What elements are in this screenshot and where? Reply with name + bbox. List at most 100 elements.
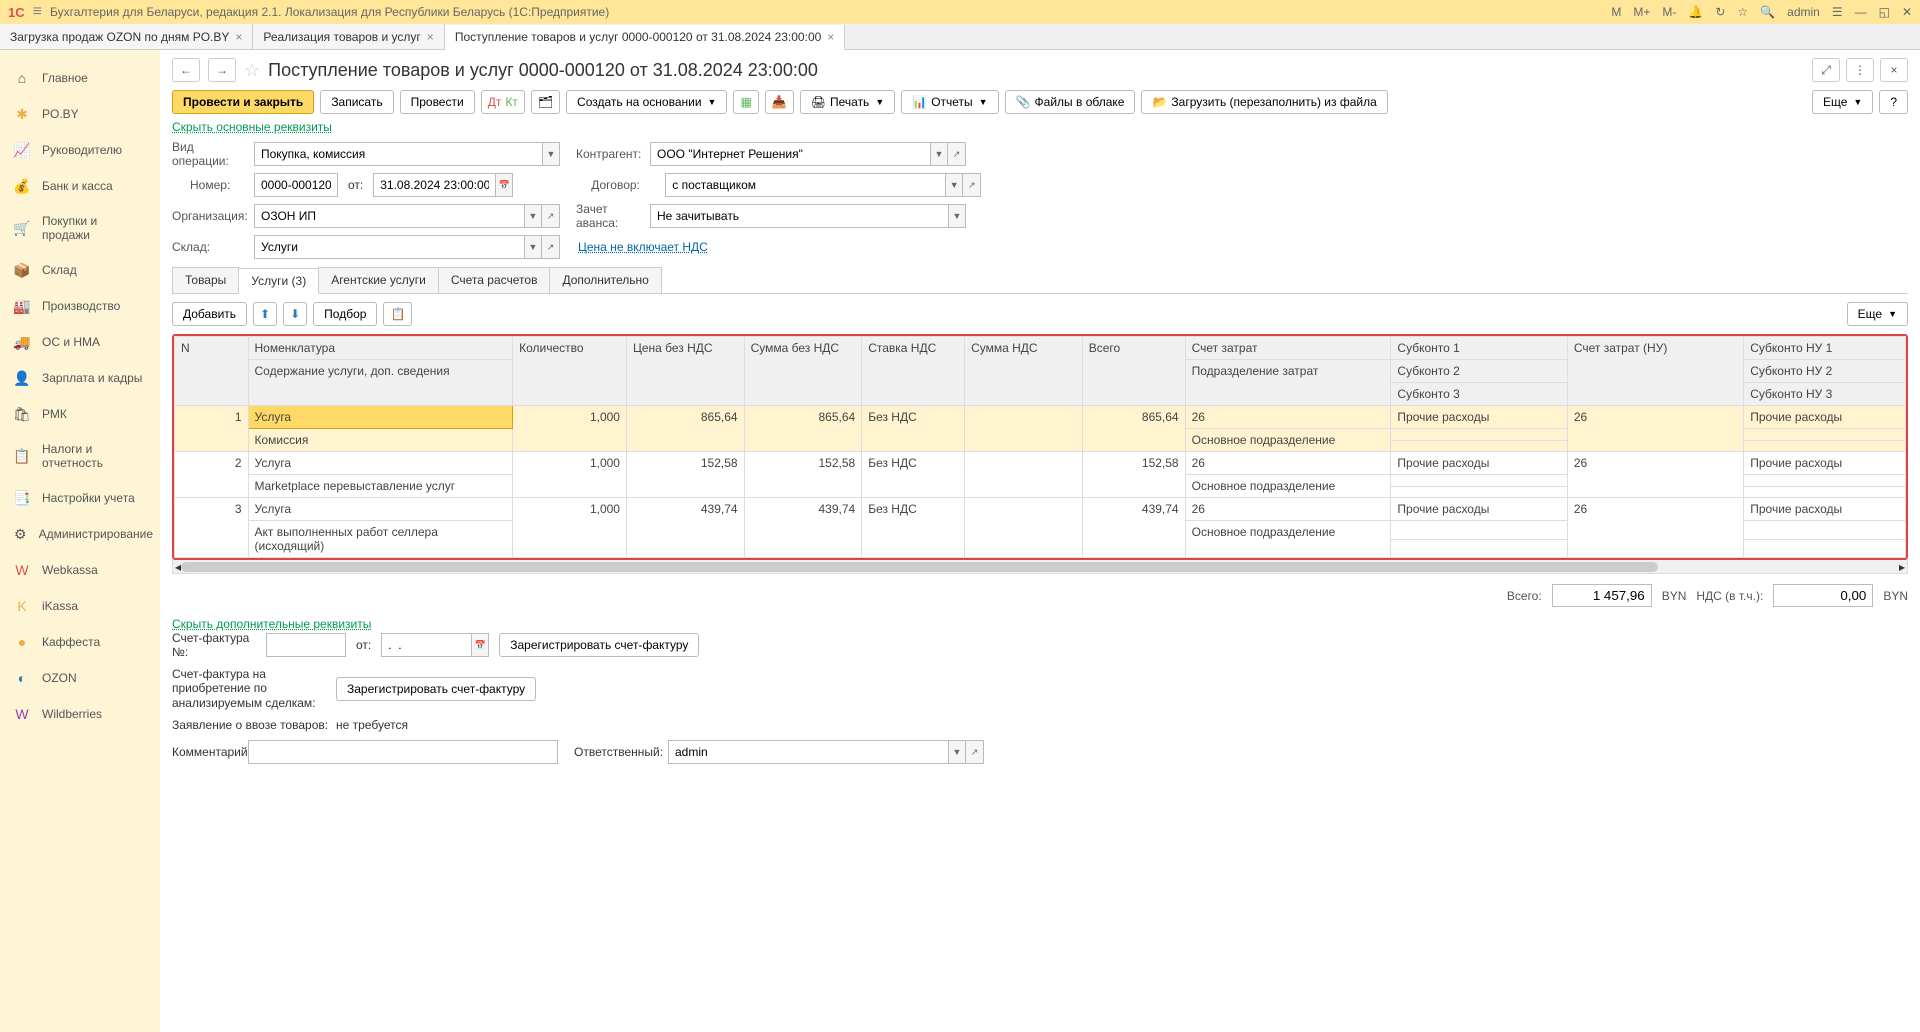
- advance-input[interactable]: [650, 204, 948, 228]
- sidebar-item-webkassa[interactable]: WWebkassa: [0, 552, 160, 588]
- sidebar-item-склад[interactable]: 📦Склад: [0, 252, 160, 288]
- invoice-date-input[interactable]: [381, 633, 471, 657]
- back-button[interactable]: ←: [172, 58, 200, 82]
- memory-m[interactable]: M: [1611, 5, 1621, 19]
- minimize-icon[interactable]: —: [1855, 5, 1867, 19]
- col-price[interactable]: Цена без НДС: [626, 337, 744, 406]
- price-vat-link[interactable]: Цена не включает НДС: [578, 240, 708, 254]
- invoice-num-input[interactable]: [266, 633, 346, 657]
- col-sub1[interactable]: Субконто 1: [1391, 337, 1567, 360]
- sidebar-item-налоги-и-отчетность[interactable]: 📋Налоги и отчетность: [0, 432, 160, 480]
- table-more-button[interactable]: Еще▼: [1847, 302, 1908, 326]
- calendar-icon[interactable]: 📅: [495, 173, 513, 197]
- excel-icon[interactable]: ▦: [733, 90, 758, 114]
- hide-main-link[interactable]: Скрыть основные реквизиты: [172, 120, 332, 134]
- sidebar-item-po.by[interactable]: ✱PO.BY: [0, 96, 160, 132]
- doc-tab[interactable]: Товары: [172, 267, 239, 293]
- create-based-button[interactable]: Создать на основании▼: [566, 90, 727, 114]
- move-down-icon[interactable]: ⬇: [283, 302, 307, 326]
- dropdown-icon[interactable]: ▼: [948, 740, 966, 764]
- hide-add-link[interactable]: Скрыть дополнительные реквизиты: [172, 617, 371, 631]
- sidebar-item-ос-и-нма[interactable]: 🚚ОС и НМА: [0, 324, 160, 360]
- partner-input[interactable]: [650, 142, 930, 166]
- date-input[interactable]: [373, 173, 495, 197]
- star-icon[interactable]: ☆: [1737, 5, 1748, 19]
- select-button[interactable]: Подбор: [313, 302, 377, 326]
- sidebar-item-каффеста[interactable]: ●Каффеста: [0, 624, 160, 660]
- reload-button[interactable]: 📂 Загрузить (перезаполнить) из файла: [1141, 90, 1387, 114]
- scroll-right-icon[interactable]: ▸: [1899, 560, 1905, 574]
- open-icon[interactable]: ↗: [963, 173, 981, 197]
- memory-mplus[interactable]: M+: [1633, 5, 1650, 19]
- user-name[interactable]: admin: [1787, 5, 1820, 19]
- favorite-star-icon[interactable]: ☆: [244, 60, 260, 81]
- open-icon[interactable]: ↗: [542, 235, 560, 259]
- col-dept[interactable]: Подразделение затрат: [1185, 360, 1391, 406]
- col-vatsum[interactable]: Сумма НДС: [965, 337, 1083, 406]
- resp-input[interactable]: [668, 740, 948, 764]
- col-total[interactable]: Всего: [1082, 337, 1185, 406]
- org-input[interactable]: [254, 204, 524, 228]
- col-sub2[interactable]: Субконто 2: [1391, 360, 1567, 383]
- forward-button[interactable]: →: [208, 58, 236, 82]
- history-icon[interactable]: ↻: [1715, 5, 1725, 19]
- tab-realization[interactable]: Реализация товаров и услуг ×: [253, 24, 444, 49]
- sidebar-item-банк-и-касса[interactable]: 💰Банк и касса: [0, 168, 160, 204]
- maximize-icon[interactable]: ◱: [1879, 5, 1890, 19]
- op-type-input[interactable]: [254, 142, 542, 166]
- load-icon[interactable]: 📥: [765, 90, 794, 114]
- more-button[interactable]: Еще▼: [1812, 90, 1873, 114]
- table-row[interactable]: 1 Услуга 1,000 865,64 865,64 Без НДС 865…: [175, 406, 1906, 429]
- open-icon[interactable]: ↗: [966, 740, 984, 764]
- doc-tab[interactable]: Агентские услуги: [318, 267, 439, 293]
- sidebar-item-wildberries[interactable]: WWildberries: [0, 696, 160, 732]
- horizontal-scrollbar[interactable]: ◂ ▸: [172, 560, 1908, 574]
- open-icon[interactable]: ↗: [948, 142, 966, 166]
- wh-input[interactable]: [254, 235, 524, 259]
- paste-icon[interactable]: 📋: [383, 302, 412, 326]
- settings-icon[interactable]: ☰: [1832, 5, 1843, 19]
- search-icon[interactable]: 🔍: [1760, 5, 1775, 19]
- register-invoice2-button[interactable]: Зарегистрировать счет-фактуру: [336, 677, 536, 701]
- dropdown-icon[interactable]: ▼: [542, 142, 560, 166]
- doc-tab[interactable]: Дополнительно: [549, 267, 661, 293]
- close-page-icon[interactable]: ×: [1880, 58, 1908, 82]
- dropdown-icon[interactable]: ▼: [930, 142, 948, 166]
- sidebar-item-зарплата-и-кадры[interactable]: 👤Зарплата и кадры: [0, 360, 160, 396]
- post-button[interactable]: Провести: [400, 90, 475, 114]
- reports-button[interactable]: 📊 Отчеты▼: [901, 90, 998, 114]
- dropdown-icon[interactable]: ▼: [945, 173, 963, 197]
- sidebar-item-ozon[interactable]: ◐OZON: [0, 660, 160, 696]
- tab-receipt-doc[interactable]: Поступление товаров и услуг 0000-000120 …: [445, 25, 846, 50]
- col-costacc[interactable]: Счет затрат: [1185, 337, 1391, 360]
- more-icon[interactable]: ⋮: [1846, 58, 1874, 82]
- move-up-icon[interactable]: ⬆: [253, 302, 277, 326]
- add-button[interactable]: Добавить: [172, 302, 247, 326]
- sidebar-item-ikassa[interactable]: KiKassa: [0, 588, 160, 624]
- register-invoice-button[interactable]: Зарегистрировать счет-фактуру: [499, 633, 699, 657]
- comment-input[interactable]: [248, 740, 558, 764]
- sidebar-item-руководителю[interactable]: 📈Руководителю: [0, 132, 160, 168]
- col-costaccnu[interactable]: Счет затрат (НУ): [1567, 337, 1743, 406]
- col-sub3[interactable]: Субконто 3: [1391, 383, 1567, 406]
- help-button[interactable]: ?: [1879, 90, 1908, 114]
- sidebar-item-настройки-учета[interactable]: 📑Настройки учета: [0, 480, 160, 516]
- contract-input[interactable]: [665, 173, 945, 197]
- dropdown-icon[interactable]: ▼: [524, 204, 542, 228]
- bell-icon[interactable]: 🔔: [1688, 5, 1703, 19]
- col-sum[interactable]: Сумма без НДС: [744, 337, 862, 406]
- doc-tab[interactable]: Услуги (3): [238, 268, 319, 294]
- close-icon[interactable]: ×: [235, 30, 242, 44]
- tab-ozon-load[interactable]: Загрузка продаж OZON по дням PO.BY ×: [0, 24, 253, 49]
- number-input[interactable]: [254, 173, 338, 197]
- expand-icon[interactable]: ⤢: [1812, 58, 1840, 82]
- structure-icon[interactable]: 🗂: [531, 90, 560, 114]
- close-icon[interactable]: ×: [427, 30, 434, 44]
- doc-tab[interactable]: Счета расчетов: [438, 267, 551, 293]
- col-vatrate[interactable]: Ставка НДС: [862, 337, 965, 406]
- post-close-button[interactable]: Провести и закрыть: [172, 90, 314, 114]
- write-button[interactable]: Записать: [320, 90, 393, 114]
- col-subnu3[interactable]: Субконто НУ 3: [1744, 383, 1906, 406]
- dt-kt-icon[interactable]: ДтКт: [481, 90, 525, 114]
- col-subnu2[interactable]: Субконто НУ 2: [1744, 360, 1906, 383]
